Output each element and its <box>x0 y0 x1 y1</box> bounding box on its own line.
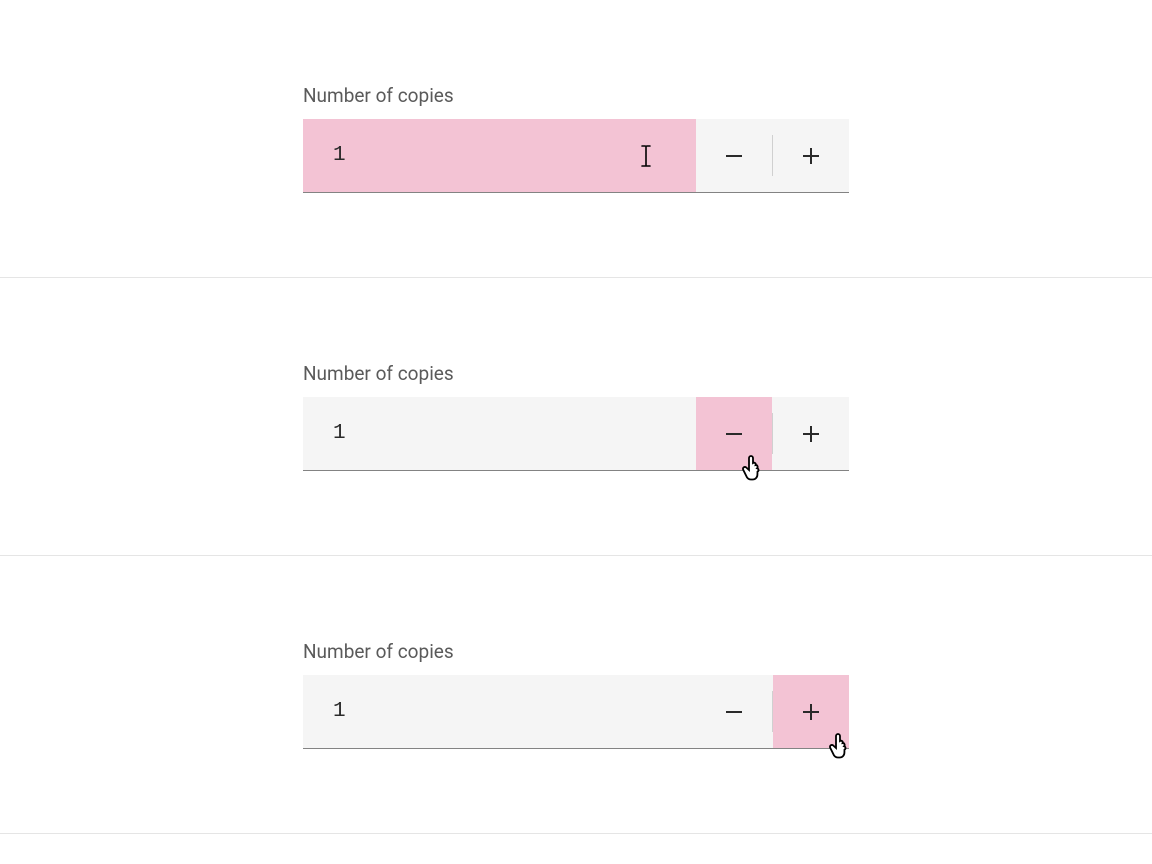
pointer-cursor-icon <box>740 455 764 481</box>
decrement-button[interactable] <box>696 119 772 192</box>
copies-value: 1 <box>333 700 346 723</box>
copies-value: 1 <box>333 144 346 167</box>
pointer-cursor-icon <box>827 733 851 759</box>
number-stepper: Number of copies 1 <box>303 84 849 193</box>
stepper-variant-minus-hover: Number of copies 1 <box>0 278 1152 556</box>
field-label: Number of copies <box>303 362 849 385</box>
decrement-button[interactable] <box>696 675 772 748</box>
stepper-variant-plus-hover: Number of copies 1 <box>0 556 1152 834</box>
stepper-control: 1 <box>303 397 849 471</box>
copies-value: 1 <box>333 422 346 445</box>
field-label: Number of copies <box>303 640 849 663</box>
copies-input[interactable]: 1 <box>303 397 696 470</box>
increment-button[interactable] <box>773 397 849 470</box>
stepper-control: 1 <box>303 675 849 749</box>
stepper-variant-input-hover: Number of copies 1 <box>0 0 1152 278</box>
copies-input[interactable]: 1 <box>303 675 696 748</box>
increment-button[interactable] <box>773 119 849 192</box>
number-stepper: Number of copies 1 <box>303 640 849 749</box>
decrement-button[interactable] <box>696 397 772 470</box>
number-stepper: Number of copies 1 <box>303 362 849 471</box>
field-label: Number of copies <box>303 84 849 107</box>
text-cursor-icon <box>638 145 654 167</box>
increment-button[interactable] <box>773 675 849 748</box>
copies-input[interactable]: 1 <box>303 119 696 192</box>
stepper-control: 1 <box>303 119 849 193</box>
